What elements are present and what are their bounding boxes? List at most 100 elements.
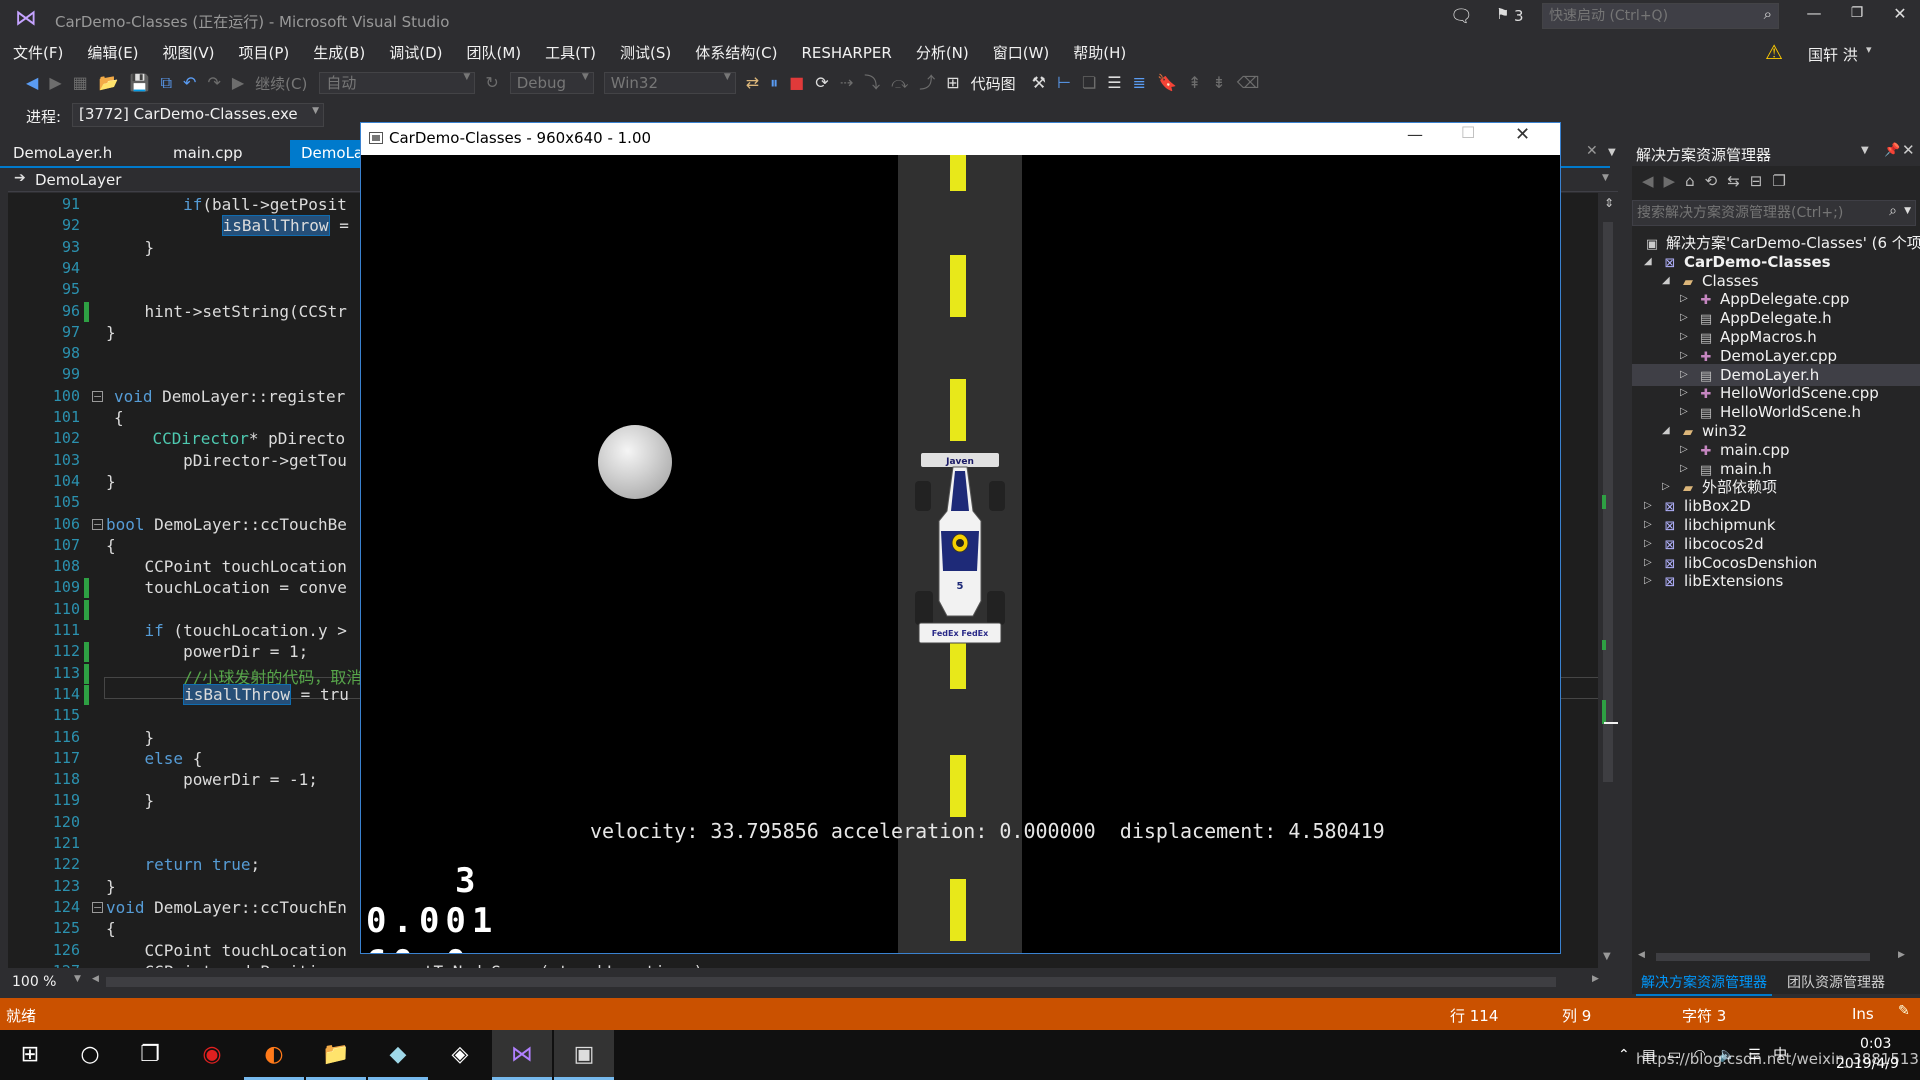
chevron-down-icon[interactable]: ▼ xyxy=(1904,207,1911,216)
scroll-left-icon[interactable]: ◀ xyxy=(92,975,99,984)
restore-button[interactable]: ❐ xyxy=(1840,6,1874,30)
tab-demolayer-h[interactable]: DemoLayer.h xyxy=(0,140,160,166)
taskbar-notes[interactable]: ◆ xyxy=(368,1030,428,1080)
restart-icon[interactable]: ⟳ xyxy=(815,75,828,91)
tree-item[interactable]: ▷ ⊠ libExtensions xyxy=(1632,570,1920,592)
continue-icon[interactable]: ▶ xyxy=(232,75,244,91)
taskbar-netease-music[interactable]: ◉ xyxy=(182,1030,242,1080)
scroll-down-icon[interactable]: ▼ xyxy=(1603,952,1611,962)
menu-build[interactable]: 生成(B) xyxy=(301,41,377,65)
auto-config-select[interactable]: 自动 ▼ xyxy=(319,72,476,94)
taskbar-game-window[interactable]: ▣ xyxy=(554,1030,614,1080)
configuration-select[interactable]: Debug ▼ xyxy=(509,72,594,94)
code-map-icon[interactable]: ⊞ xyxy=(946,75,959,91)
save-icon[interactable]: 💾 xyxy=(130,75,150,91)
switch-views-icon[interactable]: ⇆ xyxy=(1727,173,1740,189)
collapse-region-icon[interactable]: − xyxy=(92,518,103,530)
pin-source-icon[interactable]: ⊢ xyxy=(1057,75,1071,91)
minimize-button[interactable]: — xyxy=(1797,6,1831,30)
solution-horizontal-scrollbar[interactable]: ◀ ▶ xyxy=(1636,950,1906,964)
step-over-icon[interactable]: ⤼ xyxy=(891,75,908,91)
clear-bookmarks-icon[interactable]: ⌫ xyxy=(1237,75,1260,91)
home-icon[interactable]: ⌂ xyxy=(1685,173,1695,189)
clock-time[interactable]: 0:03 xyxy=(1860,1036,1891,1052)
menu-tools[interactable]: 工具(T) xyxy=(533,41,608,65)
platform-select[interactable]: Win32 ▼ xyxy=(603,72,736,94)
menu-file[interactable]: 文件(F) xyxy=(0,41,75,65)
tab-close-icon[interactable]: ✕ xyxy=(1586,144,1598,158)
split-icon[interactable]: ⇕ xyxy=(1604,197,1614,209)
new-project-icon[interactable]: ▦ xyxy=(73,75,88,91)
taskbar-file-explorer[interactable]: 📁 xyxy=(306,1030,366,1080)
menu-edit[interactable]: 编辑(E) xyxy=(75,41,150,65)
close-icon[interactable]: ✕ xyxy=(1902,143,1915,158)
chevron-down-icon[interactable]: ▼ xyxy=(1602,174,1609,183)
menu-analyze[interactable]: 分析(N) xyxy=(904,41,981,65)
open-file-icon[interactable]: 📂 xyxy=(99,75,119,91)
game-minimize-button[interactable]: — xyxy=(1407,127,1423,143)
tab-main-cpp[interactable]: main.cpp xyxy=(160,140,290,166)
redo-icon[interactable]: ↷ xyxy=(207,75,220,91)
game-canvas[interactable]: Javen 5 FedEx FedEx velocity: 33.795856 … xyxy=(361,155,1560,953)
scroll-left-icon[interactable]: ◀ xyxy=(1638,951,1645,960)
search-button[interactable]: ○ xyxy=(60,1030,120,1080)
chevron-down-icon[interactable]: ▼ xyxy=(1861,146,1869,156)
menu-help[interactable]: 帮助(H) xyxy=(1061,41,1138,65)
resharper-icon[interactable]: ⚒ xyxy=(1032,75,1046,91)
taskbar-visual-studio[interactable]: ⋈ xyxy=(492,1030,552,1080)
attach-icon[interactable]: ⇄ xyxy=(746,75,759,91)
collapse-all-icon[interactable]: ⊟ xyxy=(1750,173,1763,189)
tray-chevron-icon[interactable]: ⌃ xyxy=(1618,1048,1630,1062)
tab-team-explorer[interactable]: 团队资源管理器 xyxy=(1782,970,1890,994)
collapse-region-icon[interactable]: − xyxy=(92,901,103,913)
close-button[interactable]: ✕ xyxy=(1883,6,1917,30)
back-icon[interactable]: ◀ xyxy=(26,75,38,91)
horizontal-scrollbar[interactable] xyxy=(106,977,1556,987)
task-view-button[interactable]: ❐ xyxy=(120,1030,180,1080)
pin-icon[interactable]: 📌 xyxy=(1884,144,1900,157)
quick-launch-box[interactable]: ⌕ xyxy=(1542,3,1779,29)
game-close-button[interactable]: ✕ xyxy=(1515,126,1530,144)
start-button[interactable]: ⊞ xyxy=(0,1030,60,1080)
search-icon[interactable]: ⌕ xyxy=(1889,204,1897,218)
process-select[interactable]: [3772] CarDemo-Classes.exe ▼ xyxy=(72,103,324,127)
show-all-files-icon[interactable]: ❐ xyxy=(1772,173,1785,189)
solution-search-input[interactable] xyxy=(1633,201,1873,225)
refresh-icon[interactable]: ↻ xyxy=(485,75,498,91)
zoom-level[interactable]: 100 % xyxy=(12,974,56,990)
menu-view[interactable]: 视图(V) xyxy=(151,41,227,65)
undo-icon[interactable]: ↶ xyxy=(183,75,196,91)
menu-test[interactable]: 测试(S) xyxy=(608,41,683,65)
menu-project[interactable]: 项目(P) xyxy=(227,41,302,65)
break-all-icon[interactable]: ⏸ xyxy=(770,75,778,91)
sync-icon[interactable]: ⟲ xyxy=(1705,173,1718,189)
search-icon[interactable]: ⌕ xyxy=(1764,7,1772,22)
menu-debug[interactable]: 调试(D) xyxy=(377,41,454,65)
stop-debugging-icon[interactable]: ■ xyxy=(789,75,804,91)
quick-launch-input[interactable] xyxy=(1543,4,1743,28)
game-maximize-button[interactable]: ☐ xyxy=(1461,125,1475,141)
tab-solution-explorer[interactable]: 解决方案资源管理器 xyxy=(1636,970,1772,996)
next-bookmark-icon[interactable]: ⇟ xyxy=(1212,75,1225,91)
notification-flag-icon[interactable]: ⚑ xyxy=(1496,7,1509,22)
menu-window[interactable]: 窗口(W) xyxy=(981,41,1062,65)
chevron-down-icon[interactable]: ▾ xyxy=(1866,44,1872,55)
publish-icon[interactable]: ✎ xyxy=(1898,1004,1910,1018)
scroll-right-icon[interactable]: ▶ xyxy=(1592,975,1599,984)
taskbar-firefox[interactable]: ◐ xyxy=(244,1030,304,1080)
code-map-button[interactable]: 代码图 xyxy=(971,73,1016,94)
tab-demolayer-cpp[interactable]: DemoLa xyxy=(290,140,363,166)
step-into-icon[interactable]: ⤵ xyxy=(864,75,880,91)
bookmark-icon[interactable]: 🔖 xyxy=(1157,75,1177,91)
tab-dropdown-icon[interactable]: ▼ xyxy=(1608,148,1616,158)
game-title-bar[interactable]: CarDemo-Classes - 960x640 - 1.00 — ☐ ✕ xyxy=(361,123,1560,155)
menu-team[interactable]: 团队(M) xyxy=(455,41,534,65)
show-next-statement-icon[interactable]: ⇢ xyxy=(840,75,853,91)
copy-icon[interactable]: ❏ xyxy=(1082,75,1096,91)
forward-icon[interactable]: ▶ xyxy=(49,75,61,91)
warning-icon[interactable]: ⚠ xyxy=(1765,42,1783,62)
continue-button[interactable]: 继续(C) xyxy=(255,73,307,94)
class-navigation[interactable]: DemoLayer xyxy=(35,171,121,189)
scroll-right-icon[interactable]: ▶ xyxy=(1898,951,1905,960)
chevron-down-icon[interactable]: ▼ xyxy=(74,975,81,984)
